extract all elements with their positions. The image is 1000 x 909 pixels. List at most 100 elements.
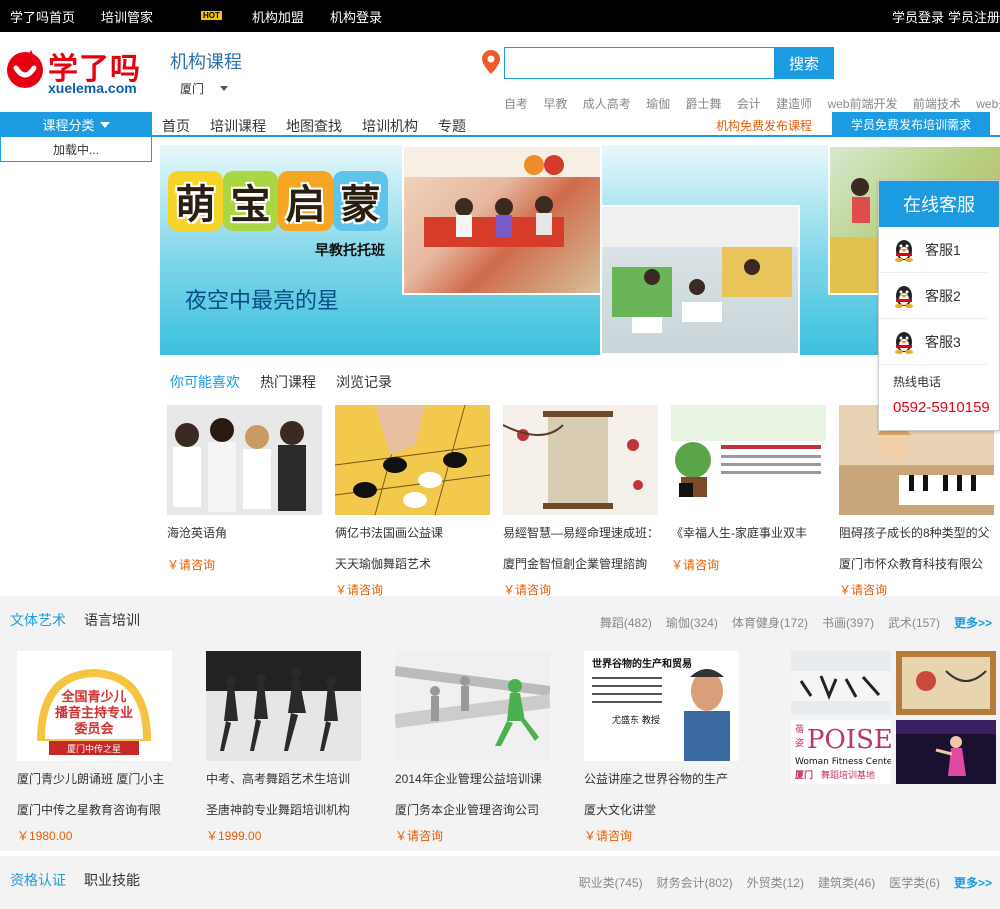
course-image: 世界谷物的生产和贸易 尤盛东 教授 <box>584 651 739 761</box>
list-item[interactable]: 世界谷物的生产和贸易 尤盛东 教授 公益讲座之世界谷物的生产 厦大文化讲堂 ￥请… <box>584 651 744 848</box>
course-org: 厦门务本企业管理咨询公司 <box>395 803 540 817</box>
category-link[interactable]: 外贸类(12) <box>747 874 804 891</box>
badge-ribbon-text: 厦门中传之星 <box>67 743 121 755</box>
course-category-button[interactable]: 课程分类 <box>0 112 152 137</box>
hot-word[interactable]: 瑜伽 <box>646 97 670 111</box>
nav-topics[interactable]: 专题 <box>438 116 466 136</box>
course-price: ￥请咨询 <box>167 558 216 572</box>
site-logo[interactable]: 学了吗 xuelema.com <box>4 44 159 100</box>
tab-you-may-like[interactable]: 你可能喜欢 <box>170 372 240 392</box>
org-thumbnail-dance[interactable] <box>896 720 996 784</box>
org-publish-link[interactable]: 机构免费发布课程 <box>716 117 812 134</box>
qq-penguin-icon <box>895 239 913 262</box>
course-price: ￥请咨询 <box>584 829 633 843</box>
service-agent-label: 客服2 <box>925 287 961 304</box>
caret-down-icon <box>99 121 110 128</box>
hot-word[interactable]: 前端技术 <box>913 97 961 111</box>
list-item[interactable]: 阻碍孩子成长的8种类型的父 厦门市怀众教育科技有限公 ￥请咨询 <box>839 405 995 602</box>
hot-word[interactable]: 爵士舞 <box>685 97 721 111</box>
course-photo-scroll <box>503 405 658 515</box>
student-register-link[interactable]: 学员注册 <box>948 7 1000 26</box>
org-thumbnail-calligraphy[interactable] <box>791 651 891 715</box>
thumbnail-dance <box>896 720 996 784</box>
list-item[interactable]: 海沧英语角 ￥请咨询 <box>167 405 323 577</box>
banner-photo-scene <box>404 147 600 247</box>
course-org: 廈門金智恒創企業管理諮詢 <box>503 557 648 571</box>
student-login-link[interactable]: 学员登录 <box>892 7 944 26</box>
tab-hot-courses[interactable]: 热门课程 <box>260 372 316 392</box>
course-org: 厦门市怀众教育科技有限公 <box>839 557 984 571</box>
tab-browse-history[interactable]: 浏览记录 <box>336 372 392 392</box>
online-service-panel: 在线客服 客服1 客服2 客服3 热线电话 0592-5910159 <box>878 180 1000 431</box>
tab-arts-sports[interactable]: 文体艺术 <box>10 610 66 630</box>
category-link[interactable]: 舞蹈(482) <box>600 614 652 631</box>
course-photo-go-board <box>335 405 490 515</box>
hot-word[interactable]: web开发 <box>976 97 1000 111</box>
course-title: 中考、高考舞蹈艺术生培训 <box>206 772 351 786</box>
nav-orgs[interactable]: 培训机构 <box>362 116 418 136</box>
poise-logo-text: POISE <box>807 725 891 755</box>
tab-language[interactable]: 语言培训 <box>84 610 140 630</box>
service-agent-3[interactable]: 客服3 <box>879 319 987 365</box>
category-link[interactable]: 体育健身(172) <box>732 614 808 631</box>
banner-char: 宝 <box>223 171 278 231</box>
tab-vocational[interactable]: 职业技能 <box>84 870 140 890</box>
city-selector[interactable]: 厦门 <box>180 80 229 97</box>
hot-word[interactable]: 自考 <box>504 97 528 111</box>
list-item[interactable]: 《幸福人生-家庭事业双丰 ￥请咨询 <box>671 405 827 577</box>
banner-char: 萌 <box>168 171 223 231</box>
top-link-org-login[interactable]: 机构登录 <box>330 7 382 26</box>
nav-courses[interactable]: 培训课程 <box>210 116 266 136</box>
more-link[interactable]: 更多>> <box>954 614 992 631</box>
hot-word[interactable]: 建造师 <box>776 97 812 111</box>
category-link[interactable]: 书画(397) <box>822 614 874 631</box>
service-agent-2[interactable]: 客服2 <box>879 273 987 319</box>
course-org: 天天瑜伽舞蹈艺术 <box>335 557 432 571</box>
top-link-training-manager[interactable]: 培训管家 HOT <box>101 7 226 26</box>
course-title: 俩亿书法国画公益课 <box>335 526 444 540</box>
category-link[interactable]: 职业类(745) <box>579 874 643 891</box>
list-item[interactable]: 中考、高考舞蹈艺术生培训 圣唐神韵专业舞蹈培训机构 ￥1999.00 <box>206 651 366 848</box>
tab-certification[interactable]: 资格认证 <box>10 870 66 890</box>
list-item[interactable]: 易經智慧—易經命理速成班： 廈門金智恒創企業管理諮詢 ￥请咨询 <box>503 405 659 602</box>
top-link-home[interactable]: 学了吗首页 <box>10 7 75 26</box>
promo-banner[interactable]: 萌 宝 启 蒙 早教托托班 夜空中最亮的星 <box>160 145 1000 355</box>
hot-word[interactable]: 早教 <box>543 97 567 111</box>
location-pin-icon <box>482 50 500 74</box>
hotline-label: 热线电话 <box>893 375 942 389</box>
section-arts-categories: 舞蹈(482) 瑜伽(324) 体育健身(172) 书画(397) 武术(157… <box>586 614 992 631</box>
category-link[interactable]: 财务会计(802) <box>657 874 733 891</box>
hot-word[interactable]: 会计 <box>737 97 761 111</box>
hot-word[interactable]: web前端开发 <box>828 97 898 111</box>
student-publish-button[interactable]: 学员免费发布培训需求 <box>832 112 990 136</box>
top-links: 学了吗首页 培训管家 HOT 机构加盟 机构登录 <box>10 0 408 32</box>
service-agent-1[interactable]: 客服1 <box>879 227 987 273</box>
org-thumbnail-painting[interactable] <box>896 651 996 715</box>
poise-subtitle: Woman Fitness Center <box>795 757 891 767</box>
top-link-join[interactable]: 机构加盟 <box>252 7 304 26</box>
list-item[interactable]: 俩亿书法国画公益课 天天瑜伽舞蹈艺术 ￥请咨询 <box>335 405 491 602</box>
section-cert-categories: 职业类(745) 财务会计(802) 外贸类(12) 建筑类(46) 医学类(6… <box>565 874 992 891</box>
hot-word[interactable]: 成人高考 <box>583 97 631 111</box>
badge-line-2: 播音主持专业 <box>55 705 133 721</box>
logo-mark-icon <box>7 50 43 88</box>
recommend-tabs: 你可能喜欢 热门课程 浏览记录 <box>170 372 412 392</box>
service-agent-label: 客服1 <box>925 241 961 258</box>
course-image <box>503 405 658 515</box>
org-thumbnail-poise[interactable]: 蓓 姿 POISE Woman Fitness Center 厦门 舞蹈培训基地 <box>791 720 891 784</box>
course-org: 厦门中传之星教育咨询有限 <box>17 803 162 817</box>
list-item[interactable]: 全国青少儿 播音主持专业 委员会 厦门中传之星 厦门青少儿朗诵班 厦门小主 厦门… <box>17 651 177 848</box>
nav-home[interactable]: 首页 <box>162 116 190 136</box>
more-link[interactable]: 更多>> <box>954 874 992 891</box>
course-category-label: 课程分类 <box>42 118 95 133</box>
search-button[interactable]: 搜索 <box>774 47 834 79</box>
nav-map[interactable]: 地图查找 <box>286 116 342 136</box>
search-input[interactable] <box>504 47 776 79</box>
category-link[interactable]: 医学类(6) <box>889 874 940 891</box>
banner-title: 萌 宝 启 蒙 <box>168 171 394 245</box>
category-link[interactable]: 瑜伽(324) <box>666 614 718 631</box>
category-link[interactable]: 武术(157) <box>888 614 940 631</box>
category-loading: 加载中... <box>0 137 152 162</box>
category-link[interactable]: 建筑类(46) <box>818 874 875 891</box>
list-item[interactable]: 2014年企业管理公益培训课 厦门务本企业管理咨询公司 ￥请咨询 <box>395 651 555 848</box>
